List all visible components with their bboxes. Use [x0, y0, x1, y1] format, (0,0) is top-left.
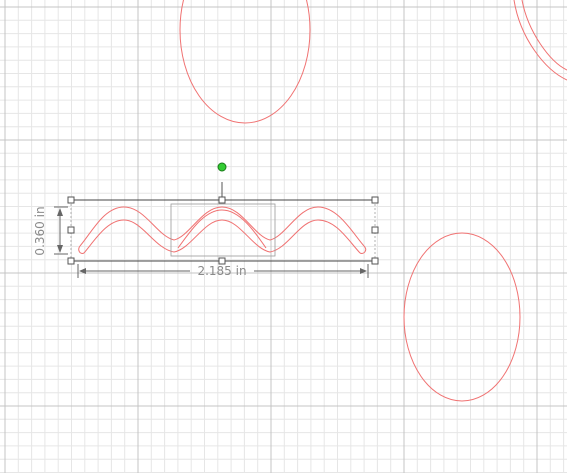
grid-minor-lines	[0, 0, 567, 473]
resize-handle-top-left[interactable]	[67, 196, 75, 204]
selection-box[interactable]	[70, 199, 376, 262]
resize-handle-middle-right[interactable]	[371, 226, 379, 234]
resize-handle-bottom-right[interactable]	[371, 257, 379, 265]
concentric-arc-shape[interactable]	[513, 0, 567, 81]
resize-handle-top-right[interactable]	[371, 196, 379, 204]
design-canvas[interactable]: 2.185 in 0.360 in	[0, 0, 567, 473]
width-label: 2.185 in	[197, 264, 246, 278]
ellipse-shape-top[interactable]	[179, 0, 311, 124]
grouping-sub-box	[170, 203, 276, 257]
resize-handle-middle-left[interactable]	[67, 226, 75, 234]
ellipse-shape-right[interactable]	[403, 232, 521, 402]
rotation-handle-icon[interactable]	[217, 162, 227, 172]
resize-handle-top-center[interactable]	[218, 196, 226, 204]
height-dimension: 0.360 in	[33, 206, 68, 256]
resize-handle-bottom-left[interactable]	[67, 257, 75, 265]
height-label: 0.360 in	[33, 206, 47, 255]
